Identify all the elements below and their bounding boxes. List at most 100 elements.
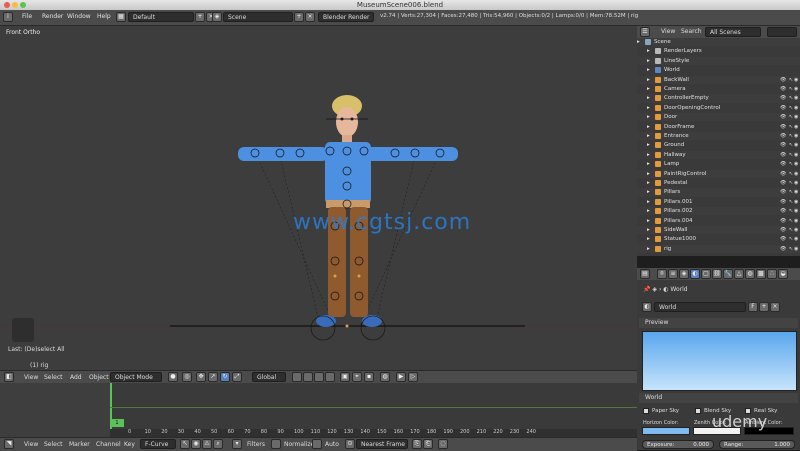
opengl-anim-render-icon[interactable]: ▷ (408, 372, 418, 382)
auto-normalize-toggle-icon[interactable] (312, 439, 322, 449)
visibility-eye-icon[interactable]: 👁 (780, 141, 786, 149)
expand-arrow-icon[interactable]: ▸ (647, 245, 650, 253)
outliner-row[interactable]: ▸ DoorFrame 👁 ↖ ◉ (637, 123, 800, 131)
layer-button-1[interactable] (292, 372, 302, 382)
expand-arrow-icon[interactable]: ▸ (647, 170, 650, 178)
outliner-row[interactable]: ▸ ControllerEmpty 👁 ↖ ◉ (637, 94, 800, 103)
only-selected-icon[interactable]: ↖ (180, 439, 190, 449)
viewport-menu-add[interactable]: Add (70, 374, 82, 381)
visibility-eye-icon[interactable]: 👁 (780, 160, 786, 168)
outliner-item-name[interactable]: Pillars.001 (664, 198, 693, 206)
translate-manipulator-icon[interactable]: ↗ (208, 372, 218, 382)
expand-arrow-icon[interactable]: ▸ (647, 226, 650, 234)
outliner-row[interactable]: ▸ DoorOpeningControl 👁 ↖ ◉ (637, 104, 800, 112)
pin-icon[interactable]: 📌 (643, 286, 650, 293)
physics-tab-icon[interactable]: ◒ (778, 269, 788, 279)
outliner-row[interactable]: ▸ RenderLayers (637, 47, 800, 55)
selectability-arrow-icon[interactable]: ↖ (789, 141, 793, 149)
outliner-row[interactable]: ▸ Statue1000 👁 ↖ ◉ (637, 235, 800, 243)
outliner-item-name[interactable]: Pedestal (664, 179, 687, 187)
selectability-arrow-icon[interactable]: ↖ (789, 160, 793, 168)
snap-mode-select[interactable]: Nearest Frame (356, 439, 408, 449)
scene-icon[interactable]: ◈ (212, 12, 222, 22)
outliner-item-name[interactable]: Hallway (664, 151, 686, 159)
ghost-curves-icon[interactable]: ◌ (438, 439, 448, 449)
outliner-row[interactable]: ▸ SideWall 👁 ↖ ◉ (637, 226, 800, 235)
layer-button-4[interactable] (325, 372, 335, 382)
visibility-eye-icon[interactable]: 👁 (780, 94, 786, 102)
expand-arrow-icon[interactable]: ▸ (647, 47, 650, 55)
auto-normalize-label[interactable]: Auto (325, 441, 339, 448)
menu-help[interactable]: Help (97, 13, 111, 20)
viewport-menu-select[interactable]: Select (44, 374, 63, 381)
world-browse-icon[interactable]: ◐ (642, 302, 652, 312)
selectability-arrow-icon[interactable]: ↖ (789, 76, 793, 84)
world-unlink-button[interactable]: × (770, 302, 780, 312)
range-field[interactable]: Range: 1.000 (719, 440, 795, 449)
layer-button-3[interactable] (314, 372, 324, 382)
scale-manipulator-icon[interactable]: ⤢ (232, 372, 242, 382)
selectability-arrow-icon[interactable]: ↖ (789, 123, 793, 131)
selectability-arrow-icon[interactable]: ↖ (789, 94, 793, 102)
outliner-row[interactable]: ▸ Pillars.002 👁 ↖ ◉ (637, 207, 800, 216)
visibility-eye-icon[interactable]: 👁 (780, 104, 786, 112)
outliner-item-name[interactable]: ControllerEmpty (664, 94, 709, 102)
expand-arrow-icon[interactable]: ▸ (647, 179, 650, 187)
selectability-arrow-icon[interactable]: ↖ (789, 151, 793, 159)
expand-arrow-icon[interactable]: ▸ (647, 76, 650, 84)
visibility-eye-icon[interactable]: 👁 (780, 179, 786, 187)
selectability-arrow-icon[interactable]: ↖ (789, 85, 793, 93)
visibility-eye-icon[interactable]: 👁 (780, 207, 786, 215)
screen-add-button[interactable]: + (195, 12, 205, 22)
outliner-item-name[interactable]: Camera (664, 85, 686, 93)
outliner-display-mode-select[interactable]: All Scenes (705, 27, 761, 37)
expand-arrow-icon[interactable]: ▸ (647, 66, 650, 74)
renderability-camera-icon[interactable]: ◉ (794, 85, 798, 93)
filters-toggle-icon[interactable]: ▾ (232, 439, 242, 449)
menu-file[interactable]: File (22, 13, 32, 20)
selectability-arrow-icon[interactable]: ↖ (789, 113, 793, 121)
outliner-row[interactable]: ▸ Pillars.004 👁 ↖ ◉ (637, 217, 800, 225)
visibility-eye-icon[interactable]: 👁 (780, 245, 786, 253)
rotate-manipulator-icon[interactable]: ↻ (220, 372, 230, 382)
copy-keyframes-icon[interactable]: ⎘ (412, 439, 422, 449)
outliner-row[interactable]: ▸ rig 👁 ↖ ◉ (637, 244, 800, 253)
expand-arrow-icon[interactable]: ▸ (647, 141, 650, 149)
snap-icon[interactable]: ⌖ (352, 372, 362, 382)
render-tab-icon[interactable]: ⌾ (657, 269, 667, 279)
renderability-camera-icon[interactable]: ◉ (794, 141, 798, 149)
selectability-arrow-icon[interactable]: ↖ (789, 179, 793, 187)
expand-arrow-icon[interactable]: ▸ (647, 113, 650, 121)
outliner-item-name[interactable]: BackWall (664, 76, 689, 84)
renderability-camera-icon[interactable]: ◉ (794, 198, 798, 206)
renderability-camera-icon[interactable]: ◉ (794, 188, 798, 196)
outliner-menu-search[interactable]: Search (681, 28, 702, 35)
expand-arrow-icon[interactable]: ▸ (647, 151, 650, 159)
screen-layout-field[interactable]: Default (128, 12, 194, 22)
outliner-search-input[interactable] (767, 27, 797, 37)
editor-type-3d-icon[interactable]: ◧ (4, 372, 14, 382)
outliner-row[interactable]: ▸ Entrance 👁 ↖ ◉ (637, 132, 800, 141)
horizon-color-swatch[interactable] (642, 427, 690, 435)
normalize-label[interactable]: Normalize (284, 441, 314, 448)
renderability-camera-icon[interactable]: ◉ (794, 235, 798, 243)
visibility-eye-icon[interactable]: 👁 (780, 123, 786, 131)
selectability-arrow-icon[interactable]: ↖ (789, 170, 793, 178)
outliner-item-name[interactable]: LineStyle (664, 57, 689, 65)
graph-area[interactable]: 1 (110, 383, 637, 429)
outliner-row[interactable]: ▸ BackWall 👁 ↖ ◉ (637, 75, 800, 84)
normalize-toggle-icon[interactable] (271, 439, 281, 449)
outliner-item-name[interactable]: Pillars (664, 188, 680, 196)
frame-ruler[interactable]: 0 10 20 30 40 50 60 70 80 90 100 110 120 130 140 150 160… (110, 429, 637, 437)
outliner-row[interactable]: ▸ Pillars.001 👁 ↖ ◉ (637, 198, 800, 206)
constraints-tab-icon[interactable]: ⛓ (712, 269, 722, 279)
viewport-menu-object[interactable]: Object (89, 374, 109, 381)
scene-add-button[interactable]: + (294, 12, 304, 22)
editor-type-info-icon[interactable]: i (3, 12, 13, 22)
outliner-item-name[interactable]: Lamp (664, 160, 679, 168)
expand-arrow-icon[interactable]: ▸ (647, 160, 650, 168)
screen-layout-icon[interactable]: ▦ (116, 12, 126, 22)
outliner-row[interactable]: ▸ PaintRigControl 👁 ↖ ◉ (637, 169, 800, 178)
lock-camera-icon[interactable]: ▣ (340, 372, 350, 382)
renderability-camera-icon[interactable]: ◉ (794, 151, 798, 159)
